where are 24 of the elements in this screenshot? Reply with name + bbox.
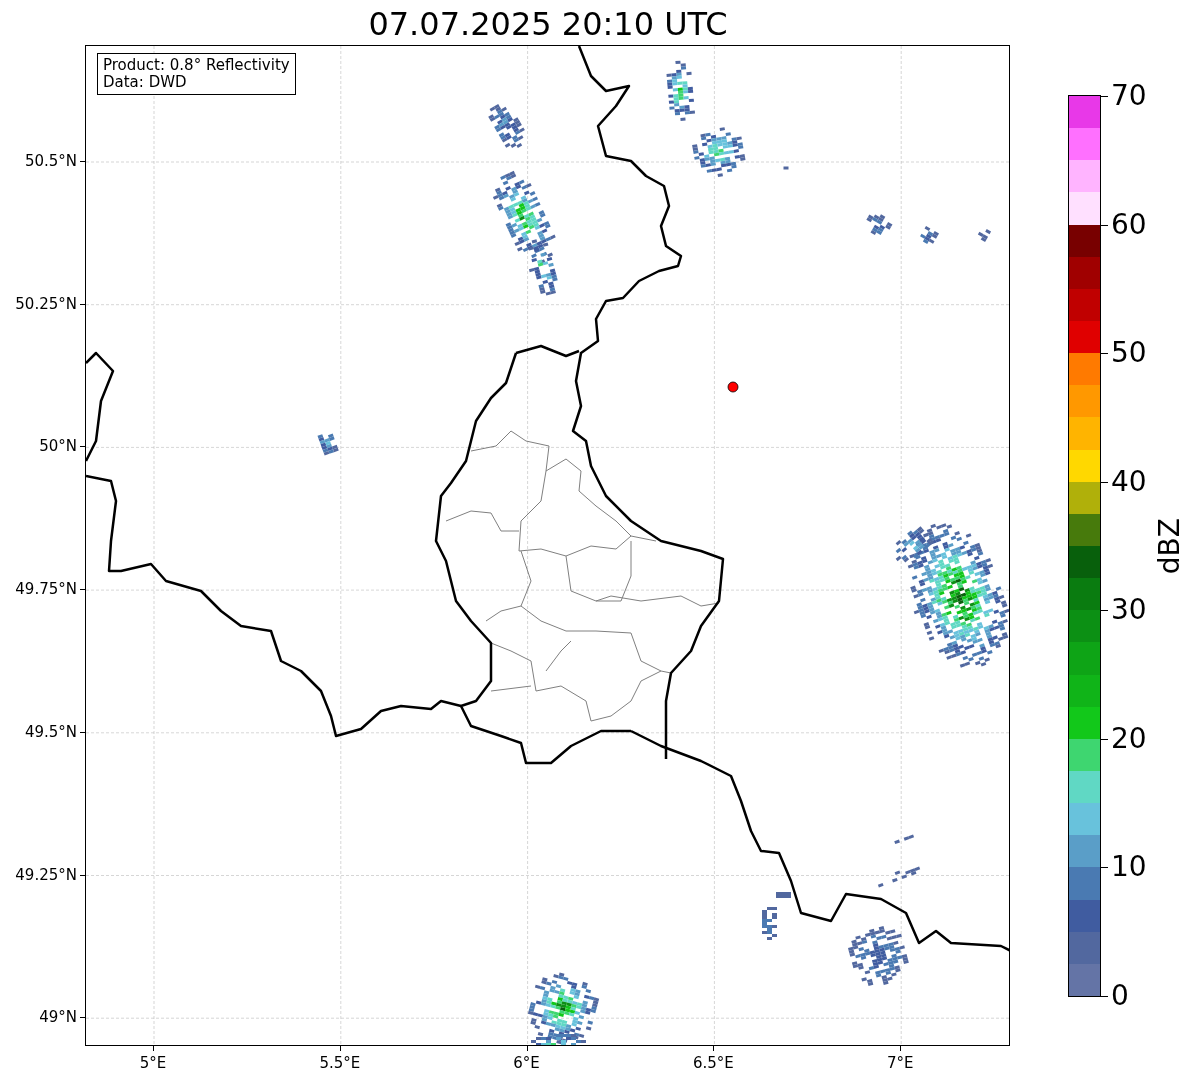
latitude-label: 49°N <box>39 1008 77 1027</box>
latitude-label: 49.25°N <box>15 865 77 884</box>
colorbar-tick-label: 0 <box>1111 980 1129 1012</box>
colorbar-tick-label: 10 <box>1111 851 1147 884</box>
latitude-label: 49.5°N <box>24 722 77 741</box>
latitude-label: 50.25°N <box>15 294 77 313</box>
info-text: Product: 0.8° Reflectivity <box>103 57 290 74</box>
latitude-label: 50°N <box>39 437 77 456</box>
colorbar-tick-label: 20 <box>1111 722 1147 755</box>
colorbar-label: dBZ <box>1153 517 1186 575</box>
chart-title: 07.07.2025 20:10 UTC <box>367 4 729 45</box>
longitude-label: 6.5°E <box>692 1054 734 1072</box>
longitude-label: 7°E <box>886 1054 914 1072</box>
longitude-label: 5°E <box>139 1054 167 1072</box>
latitude-label: 50.5°N <box>24 152 77 170</box>
colorbar-tick-label: 30 <box>1111 594 1147 627</box>
latitude-label: 49.75°N <box>15 580 77 599</box>
colorbar-tick-label: 40 <box>1111 465 1147 498</box>
info-text: Data: DWD <box>103 74 188 91</box>
colorbar-tick-label: 60 <box>1111 208 1147 241</box>
longitude-label: 5.5°E <box>319 1054 361 1072</box>
longitude-label: 6°E <box>513 1054 540 1072</box>
colorbar-tick-label: 70 <box>1111 80 1147 112</box>
colorbar-tick-label: 50 <box>1111 337 1147 370</box>
